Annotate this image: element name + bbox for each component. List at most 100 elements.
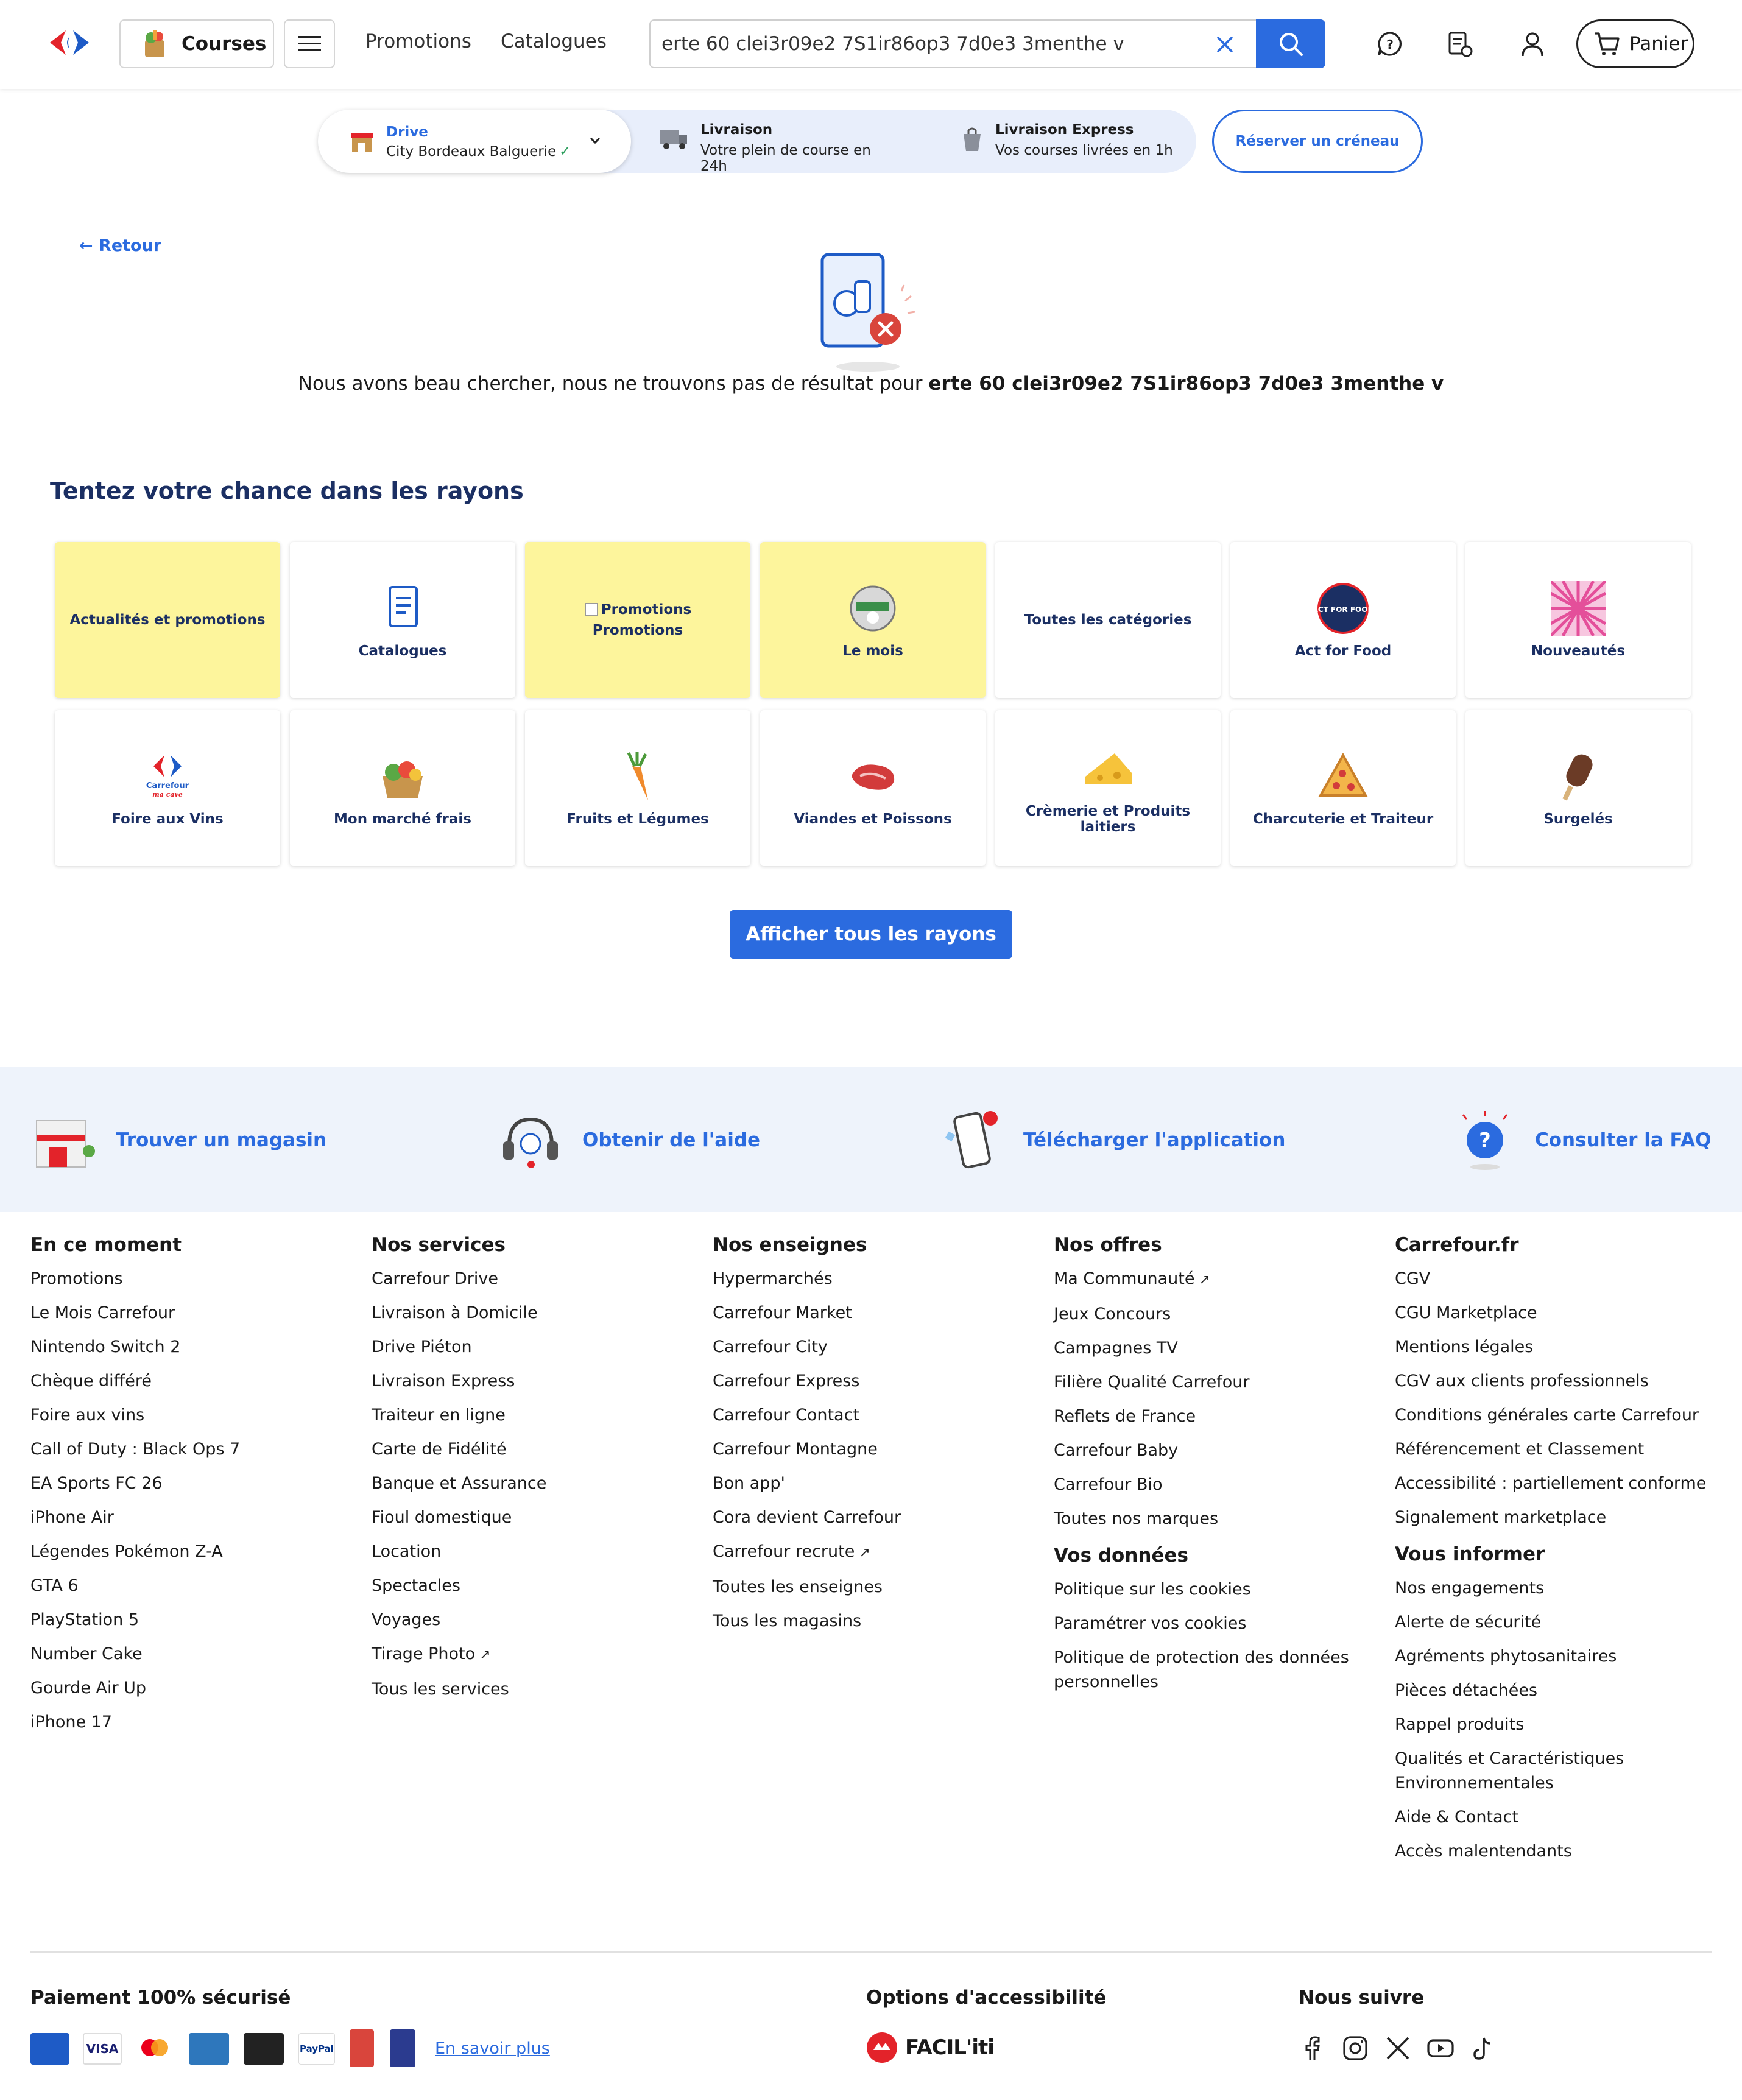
footer-link[interactable]: Mentions légales <box>1395 1335 1724 1359</box>
footer-link[interactable]: iPhone Air <box>30 1506 359 1530</box>
tile-charcuterie-traiteur[interactable]: Charcuterie et Traiteur <box>1230 710 1456 866</box>
footer-link[interactable]: Accès malentendants <box>1395 1839 1724 1864</box>
footer-link[interactable]: Livraison à Domicile <box>372 1301 700 1325</box>
footer-link[interactable]: Carrefour Market <box>713 1301 1042 1325</box>
search-submit-button[interactable] <box>1256 19 1325 68</box>
footer-link[interactable]: Carrefour City <box>713 1335 1042 1359</box>
tile-toutes-categories[interactable]: Toutes les catégories <box>995 542 1221 698</box>
footer-link[interactable]: Agréments phytosanitaires <box>1395 1644 1724 1669</box>
footer-link[interactable]: Ma Communauté ↗ <box>1054 1267 1383 1292</box>
footer-link[interactable]: Aide & Contact <box>1395 1805 1724 1830</box>
footer-link[interactable]: Carrefour Contact <box>713 1403 1042 1428</box>
footer-link[interactable]: Call of Duty : Black Ops 7 <box>30 1437 359 1462</box>
footer-link[interactable]: Toutes nos marques <box>1054 1507 1383 1531</box>
footer-link[interactable]: Nintendo Switch 2 <box>30 1335 359 1359</box>
footer-link[interactable]: Tirage Photo ↗ <box>372 1642 700 1668</box>
footer-link[interactable]: Traiteur en ligne <box>372 1403 700 1428</box>
footer-link[interactable]: Légendes Pokémon Z-A <box>30 1540 359 1564</box>
tile-foire-aux-vins[interactable]: Carrefour ma cave Foire aux Vins <box>55 710 280 866</box>
back-link[interactable]: ← Retour <box>79 236 161 255</box>
footer-link[interactable]: Référencement et Classement <box>1395 1437 1724 1462</box>
footer-link[interactable]: EA Sports FC 26 <box>30 1471 359 1496</box>
footer-link[interactable]: Reflets de France <box>1054 1404 1383 1429</box>
facebook-icon[interactable] <box>1299 2034 1327 2062</box>
payment-more-link[interactable]: En savoir plus <box>435 2039 550 2058</box>
footer-link[interactable]: Carrefour Express <box>713 1369 1042 1394</box>
faciliti-button[interactable]: FACIL'iti <box>866 2032 995 2063</box>
footer-link[interactable]: Qualités et Caractéristiques Environneme… <box>1395 1747 1724 1795</box>
help-get-help[interactable]: Obtenir de l'aide <box>497 1108 760 1172</box>
nav-promotions[interactable]: Promotions <box>365 30 471 52</box>
tile-viandes-poissons[interactable]: Viandes et Poissons <box>760 710 986 866</box>
footer-link[interactable]: Bon app' <box>713 1471 1042 1496</box>
footer-link[interactable]: Le Mois Carrefour <box>30 1301 359 1325</box>
footer-link[interactable]: Campagnes TV <box>1054 1336 1383 1361</box>
footer-link[interactable]: Foire aux vins <box>30 1403 359 1428</box>
footer-link[interactable]: Conditions générales carte Carrefour <box>1395 1403 1724 1428</box>
footer-link[interactable]: Gourde Air Up <box>30 1676 359 1700</box>
footer-link[interactable]: CGV <box>1395 1267 1724 1291</box>
footer-link[interactable]: iPhone 17 <box>30 1710 359 1735</box>
tile-mon-marche-frais[interactable]: Mon marché frais <box>290 710 515 866</box>
tile-nouveautes[interactable]: Nouveautés <box>1465 542 1691 698</box>
footer-link[interactable]: Chèque différé <box>30 1369 359 1394</box>
footer-link[interactable]: Tous les magasins <box>713 1609 1042 1633</box>
footer-link[interactable]: Jeux Concours <box>1054 1302 1383 1327</box>
tile-fruits-legumes[interactable]: Fruits et Légumes <box>525 710 750 866</box>
footer-link[interactable]: Paramétrer vos cookies <box>1054 1612 1383 1636</box>
footer-link[interactable]: Toutes les enseignes <box>713 1575 1042 1599</box>
footer-link[interactable]: Accessibilité : partiellement conforme <box>1395 1471 1724 1496</box>
footer-link[interactable]: Pièces détachées <box>1395 1679 1724 1703</box>
tile-catalogues[interactable]: Catalogues <box>290 542 515 698</box>
footer-link[interactable]: Politique de protection des données pers… <box>1054 1646 1383 1694</box>
footer-link[interactable]: CGU Marketplace <box>1395 1301 1724 1325</box>
tile-act-for-food[interactable]: ACT FOR FOOD Act for Food <box>1230 542 1456 698</box>
help-faq[interactable]: ? Consulter la FAQ <box>1450 1108 1712 1172</box>
footer-link[interactable]: Nos engagements <box>1395 1576 1724 1601</box>
instagram-icon[interactable] <box>1341 2034 1369 2062</box>
x-icon[interactable] <box>1384 2034 1412 2062</box>
account-icon[interactable] <box>1518 29 1547 58</box>
tile-le-mois[interactable]: Le mois <box>760 542 986 698</box>
footer-link[interactable]: Location <box>372 1540 700 1564</box>
footer-link[interactable]: Voyages <box>372 1608 700 1632</box>
footer-link[interactable]: Carrefour recrute ↗ <box>713 1540 1042 1565</box>
tile-promotions[interactable]: Promotions Promotions <box>525 542 750 698</box>
clear-search-icon[interactable] <box>1211 30 1239 58</box>
footer-link[interactable]: Drive Piéton <box>372 1335 700 1359</box>
footer-link[interactable]: Tous les services <box>372 1677 700 1702</box>
tile-surgeles[interactable]: Surgelés <box>1465 710 1691 866</box>
footer-link[interactable]: PlayStation 5 <box>30 1608 359 1632</box>
footer-link[interactable]: Promotions <box>30 1267 359 1291</box>
footer-link[interactable]: Number Cake <box>30 1642 359 1666</box>
footer-link[interactable]: Carrefour Baby <box>1054 1439 1383 1463</box>
help-download-app[interactable]: Télécharger l'application <box>938 1108 1285 1172</box>
search-input[interactable] <box>651 33 1187 55</box>
help-find-store[interactable]: Trouver un magasin <box>30 1108 326 1172</box>
footer-link[interactable]: Filière Qualité Carrefour <box>1054 1370 1383 1395</box>
footer-link[interactable]: Spectacles <box>372 1574 700 1598</box>
footer-link[interactable]: Cora devient Carrefour <box>713 1506 1042 1530</box>
youtube-icon[interactable] <box>1426 2034 1455 2062</box>
footer-link[interactable]: GTA 6 <box>30 1574 359 1598</box>
footer-link[interactable]: Fioul domestique <box>372 1506 700 1530</box>
footer-link[interactable]: Banque et Assurance <box>372 1471 700 1496</box>
footer-link[interactable]: Signalement marketplace <box>1395 1506 1724 1530</box>
carrefour-logo[interactable] <box>48 28 91 57</box>
footer-link[interactable]: Alerte de sécurité <box>1395 1610 1724 1635</box>
tile-cremerie[interactable]: Crèmerie et Produits laitiers <box>995 710 1221 866</box>
footer-link[interactable]: Carrefour Montagne <box>713 1437 1042 1462</box>
show-all-rayons-button[interactable]: Afficher tous les rayons <box>730 910 1012 959</box>
chat-help-icon[interactable]: ? <box>1375 29 1405 58</box>
livraison-mode-option[interactable]: Livraison Votre plein de course en 24h <box>658 122 895 174</box>
drive-mode-selector[interactable]: Drive City Bordeaux Balguerie ✓ <box>318 110 631 173</box>
shopping-list-icon[interactable] <box>1445 29 1474 58</box>
footer-link[interactable]: Hypermarchés <box>713 1267 1042 1291</box>
footer-link[interactable]: Politique sur les cookies <box>1054 1577 1383 1602</box>
footer-link[interactable]: CGV aux clients professionnels <box>1395 1369 1724 1394</box>
footer-link[interactable]: Livraison Express <box>372 1369 700 1394</box>
reserve-slot-button[interactable]: Réserver un créneau <box>1212 110 1423 173</box>
cart-button[interactable]: Panier <box>1576 19 1694 68</box>
footer-link[interactable]: Carrefour Drive <box>372 1267 700 1291</box>
express-mode-option[interactable]: Livraison Express Vos courses livrées en… <box>959 122 1184 164</box>
